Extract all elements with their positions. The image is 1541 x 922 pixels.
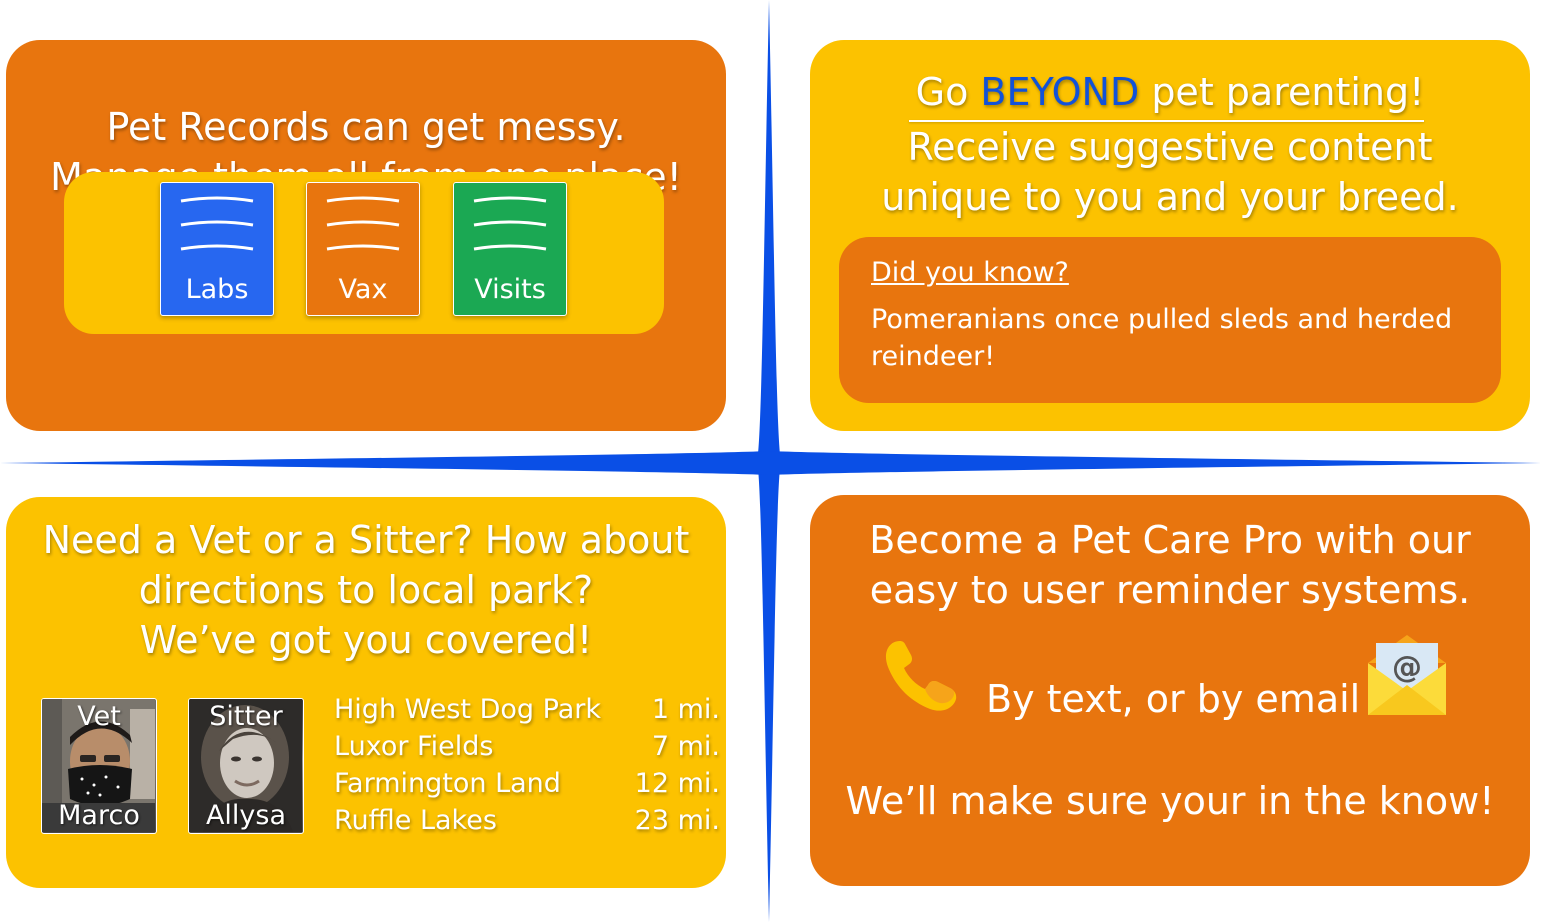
reminders-heading-line2: easy to user reminder systems.	[869, 568, 1471, 612]
visits-label: Visits	[474, 274, 546, 305]
park-name: Ruffle Lakes	[334, 805, 497, 836]
records-strip: Labs Vax Visits	[64, 172, 664, 334]
local-heading: Need a Vet or a Sitter? How about direct…	[6, 515, 726, 665]
park-row[interactable]: High West Dog Park 1 mi.	[334, 694, 720, 731]
park-distance: 23 mi.	[634, 805, 720, 836]
sitter-role-label: Sitter	[209, 701, 283, 732]
park-name: Luxor Fields	[334, 731, 494, 762]
local-services-panel: Need a Vet or a Sitter? How about direct…	[6, 497, 726, 888]
document-lines-icon	[180, 196, 254, 251]
email-at-symbol: @	[1392, 650, 1422, 685]
park-row[interactable]: Farmington Land 12 mi.	[334, 768, 720, 805]
sitter-contact-card[interactable]: Sitter Allysa	[188, 698, 304, 834]
email-envelope-icon[interactable]: @	[1366, 633, 1448, 717]
pet-records-panel: Pet Records can get messy. Manage them a…	[6, 40, 726, 431]
content-subheading: Receive suggestive content unique to you…	[810, 122, 1530, 222]
park-row[interactable]: Ruffle Lakes 23 mi.	[334, 805, 720, 842]
vet-name-label: Marco	[58, 800, 140, 831]
vax-label: Vax	[338, 274, 388, 305]
phone-icon[interactable]	[880, 637, 960, 713]
content-subheading-line1: Receive suggestive content	[907, 125, 1433, 169]
beyond-heading-pre: Go	[915, 70, 981, 114]
reminders-heading: Become a Pet Care Pro with our easy to u…	[810, 515, 1530, 615]
reminders-panel: Become a Pet Care Pro with our easy to u…	[810, 495, 1530, 886]
records-heading-line1: Pet Records can get messy.	[106, 105, 626, 149]
beyond-heading-post: pet parenting!	[1139, 70, 1425, 114]
park-distance: 7 mi.	[651, 731, 720, 762]
local-heading-line1: Need a Vet or a Sitter? How about	[42, 518, 690, 562]
park-list: High West Dog Park 1 mi. Luxor Fields 7 …	[334, 694, 720, 842]
park-distance: 1 mi.	[651, 694, 720, 725]
local-heading-line3: We’ve got you covered!	[139, 618, 593, 662]
park-name: High West Dog Park	[334, 694, 601, 725]
visits-document-button[interactable]: Visits	[453, 182, 567, 316]
beyond-highlight: BEYOND	[980, 70, 1140, 114]
document-lines-icon	[326, 196, 400, 251]
content-panel: Go BEYOND pet parenting! Receive suggest…	[810, 40, 1530, 431]
reminders-closing: We’ll make sure your in the know!	[845, 779, 1495, 823]
labs-document-button[interactable]: Labs	[160, 182, 274, 316]
park-row[interactable]: Luxor Fields 7 mi.	[334, 731, 720, 768]
sitter-name-label: Allysa	[205, 800, 287, 831]
vet-role-label: Vet	[77, 701, 121, 732]
park-name: Farmington Land	[334, 768, 561, 799]
labs-label: Labs	[185, 274, 249, 305]
vax-document-button[interactable]: Vax	[306, 182, 420, 316]
park-distance: 12 mi.	[634, 768, 720, 799]
fact-text: Pomeranians once pulled sleds and herded…	[871, 304, 1453, 372]
beyond-heading: Go BEYOND pet parenting!	[810, 70, 1530, 114]
reminder-channels-text: By text, or by email	[986, 677, 1361, 721]
local-heading-line2: directions to local park?	[138, 568, 594, 612]
fact-card[interactable]: Did you know? Pomeranians once pulled sl…	[839, 237, 1501, 403]
vet-contact-card[interactable]: Vet Marco	[41, 698, 157, 834]
content-subheading-line2: unique to you and your breed.	[881, 175, 1459, 219]
reminders-heading-line1: Become a Pet Care Pro with our	[869, 518, 1471, 562]
fact-title-link[interactable]: Did you know?	[871, 257, 1069, 288]
document-lines-icon	[473, 196, 547, 251]
